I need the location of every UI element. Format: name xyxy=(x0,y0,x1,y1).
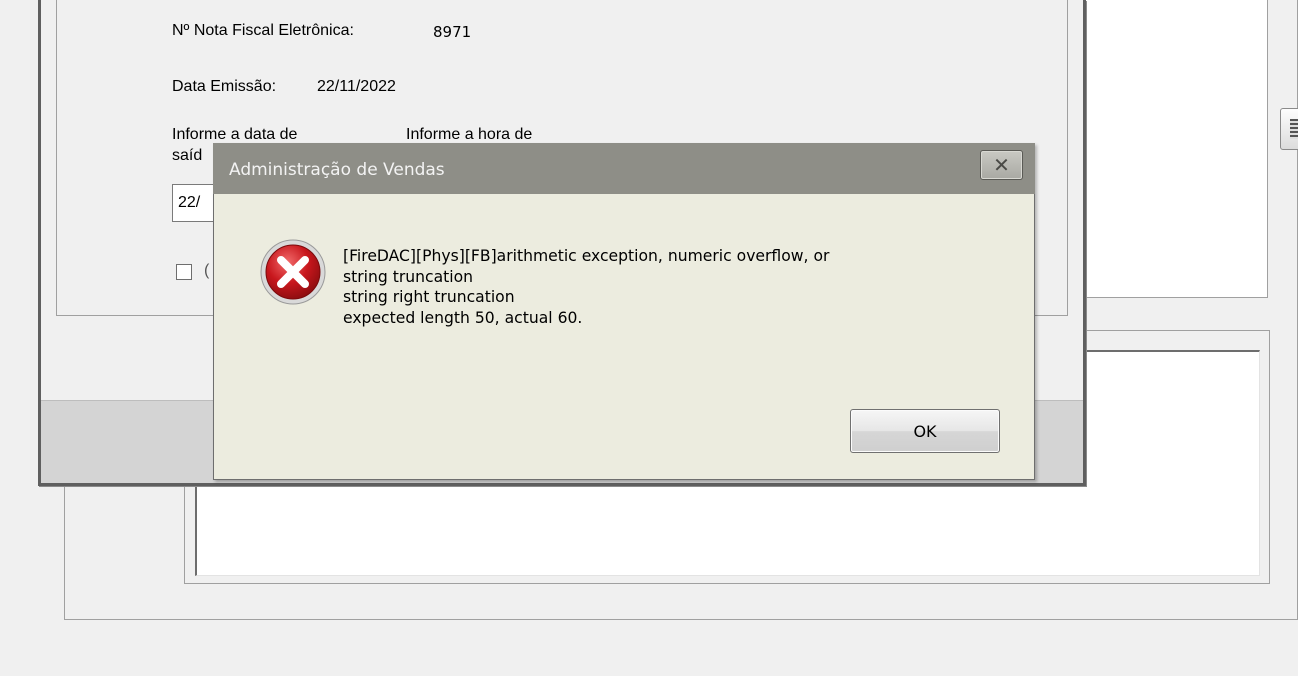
close-icon: ✕ xyxy=(993,153,1010,177)
ok-button[interactable]: OK xyxy=(850,409,1000,453)
nota-fiscal-label: Nº Nota Fiscal Eletrônica: xyxy=(172,22,354,39)
data-saida-label: Informe a data de xyxy=(172,126,298,143)
background-white-panel xyxy=(1070,0,1268,298)
nota-fiscal-value: 8971 xyxy=(433,23,472,41)
error-message: [FireDAC][Phys][FB]arithmetic exception,… xyxy=(343,246,1003,328)
error-message-line: string truncation xyxy=(343,267,474,286)
error-message-line: string right truncation xyxy=(343,288,515,306)
error-message-line: [FireDAC][Phys][FB]arithmetic exception,… xyxy=(343,247,830,265)
document-icon xyxy=(1290,119,1298,139)
side-toolbar-button[interactable] xyxy=(1280,108,1298,150)
data-emissao-label: Data Emissão: xyxy=(172,78,277,95)
nfe-option-checkbox-label: ( xyxy=(204,262,210,279)
error-message-line: expected length 50, actual 60. xyxy=(343,308,583,327)
error-icon xyxy=(260,239,326,305)
nfe-option-checkbox[interactable] xyxy=(176,264,192,280)
dialog-close-button[interactable]: ✕ xyxy=(980,150,1023,180)
hora-saida-label: Informe a hora de xyxy=(406,126,533,143)
data-emissao-value: 22/11/2022 xyxy=(317,78,396,95)
dialog-title: Administração de Vendas xyxy=(229,160,445,180)
data-saida-label-line2: saíd xyxy=(172,147,203,164)
